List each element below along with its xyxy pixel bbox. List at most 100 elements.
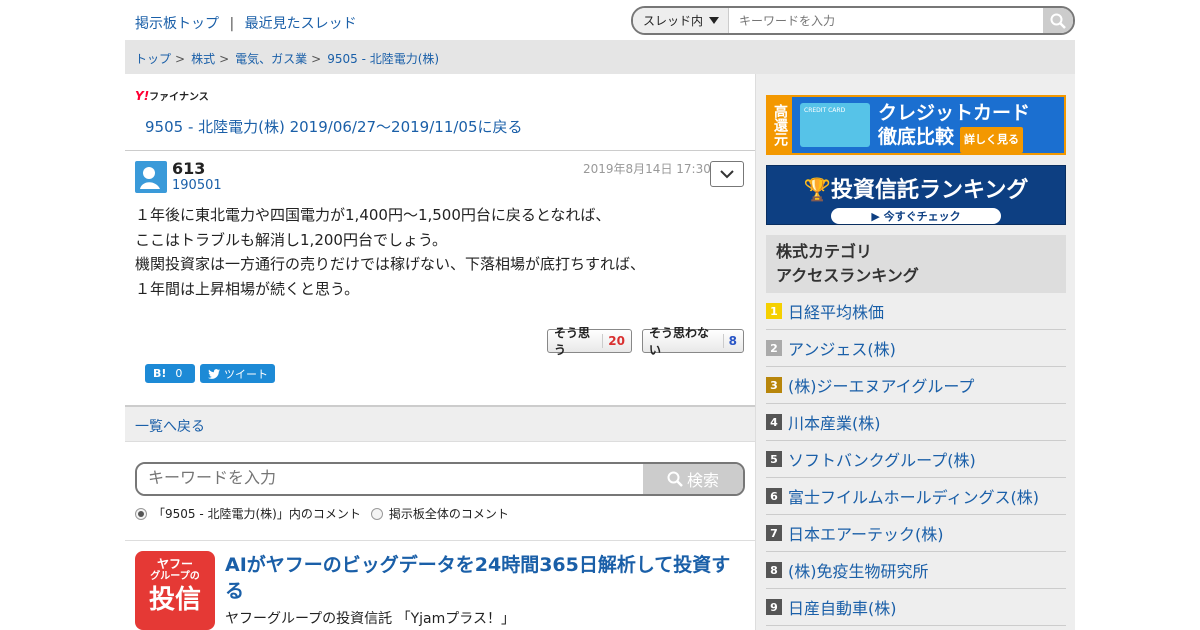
user-icon [140,167,160,189]
top-bar: 掲示板トップ | 最近見たスレッド スレッド内 [125,0,1075,40]
header-search-button[interactable] [1043,8,1073,33]
radio-thread-scope[interactable] [135,507,147,520]
rank-badge: 6 [766,488,782,504]
breadcrumb-arrow: > [175,52,186,66]
comment-line: １年間は上昇相場が続くと思う。 [135,279,360,298]
ranking-title-1: 株式カテゴリ [776,242,873,261]
banner2-title: 🏆投資信託ランキング [803,178,1029,203]
ranking-title-2: アクセスランキング [776,266,919,285]
agree-count: 20 [602,334,625,348]
yahoo-finance-logo[interactable]: Y!ファイナンス [135,88,209,103]
agree-button[interactable]: そう思う 20 [547,326,632,357]
ranking-header: 株式カテゴリ アクセスランキング [766,235,1066,293]
header-search: スレッド内 [631,6,1075,35]
ranking-link[interactable]: 日経平均株価 [788,299,884,323]
comment-user[interactable]: 190501 [172,178,222,193]
search-scope-select[interactable]: スレッド内 [633,8,729,33]
rank-badge: 9 [766,599,782,615]
ranking-item[interactable]: 5 ソフトバンクグループ(株) [766,441,1066,478]
search-scope-radios: 「9505 - 北陸電力(株)」内のコメント 掲示板全体のコメント [135,505,509,522]
ranking-link[interactable]: (株)免疫生物研究所 [788,558,929,582]
radio-all-scope[interactable] [370,507,383,520]
ranking-item[interactable]: 9 日産自動車(株) [766,589,1066,626]
ranking-link[interactable]: 日本エアーテック(株) [788,521,944,545]
breadcrumb-stock[interactable]: 9505 - 北陸電力(株) [327,52,439,66]
ranking-item[interactable]: 3 (株)ジーエヌアイグループ [766,367,1066,404]
banner2-cta: ▶ 今すぐチェック [831,208,1001,224]
fund-ranking-banner[interactable]: 🏆投資信託ランキング ▶ 今すぐチェック [766,165,1066,225]
header-search-input[interactable] [729,8,1043,33]
banner-text: クレジットカード 徹底比較 詳しく見る [878,97,1030,153]
ad-logo-line3: 投信 [148,585,201,615]
banner-line1: クレジットカード [878,102,1031,124]
ranking-link[interactable]: アンジェス(株) [788,336,896,360]
ad-logo-line2: グループの [150,571,200,582]
divider [125,540,755,541]
divider [125,150,755,151]
banner-line2: 徹底比較 [878,126,955,148]
rank-badge: 2 [766,340,782,356]
comment-search-input[interactable] [137,464,643,494]
disagree-label: そう思わない [649,326,710,357]
hatena-count: 0 [175,367,183,380]
rank-badge: 8 [766,562,782,578]
ranking-item[interactable]: 1 日経平均株価 [766,293,1066,330]
link-separator: | [229,16,235,32]
search-icon [667,471,683,487]
thread-back-link[interactable]: 9505 - 北陸電力(株) 2019/06/27〜2019/11/05に戻る [145,116,523,137]
rank-badge: 5 [766,451,782,467]
back-to-list-link[interactable]: 一覧へ戻る [135,419,205,435]
ad-logo-line1: ヤフー [156,557,193,571]
banner-tag: 高還元 [768,97,792,153]
breadcrumb-category[interactable]: 電気、ガス業 [235,52,307,66]
tweet-label: ツイート [224,367,268,381]
rank-badge: 4 [766,414,782,430]
avatar[interactable] [135,161,167,193]
ranking-link[interactable]: ソフトバンクグループ(株) [788,447,976,471]
twitter-bird-icon [208,368,220,379]
breadcrumb: トップ > 株式 > 電気、ガス業 >9505 - 北陸電力(株) [125,40,1075,74]
ranking-link[interactable]: (株)ジーエヌアイグループ [788,373,974,397]
credit-card-icon: CREDIT CARD [800,103,870,147]
radio-thread-label: 「9505 - 北陸電力(株)」内のコメント [153,507,361,521]
disagree-button[interactable]: そう思わない 8 [642,326,744,357]
search-scope-label: スレッド内 [643,14,704,28]
agree-label: そう思う [554,326,591,357]
comment-search-button[interactable]: 検索 [643,464,743,494]
ranking-list: 1 日経平均株価 2 アンジェス(株) 3 (株)ジーエヌアイグループ 4 川本産業(株… [766,293,1066,626]
search-button-label: 検索 [686,471,719,490]
breadcrumb-arrow: > [219,52,230,66]
ranking-link[interactable]: 川本産業(株) [788,410,881,434]
tweet-button[interactable]: ツイート [200,364,275,383]
ranking-item[interactable]: 7 日本エアーテック(株) [766,515,1066,552]
rank-badge: 3 [766,377,782,393]
comment-menu-button[interactable] [710,161,744,187]
banner-more: 詳しく見る [960,127,1024,153]
hatena-icon: B! [153,367,167,380]
ranking-item[interactable]: 8 (株)免疫生物研究所 [766,552,1066,589]
main-content: Y!ファイナンス 9505 - 北陸電力(株) 2019/06/27〜2019/… [125,74,755,630]
comment-number: 613 [172,159,206,178]
comment-line: ここはトラブルも解消し1,200円台でしょう。 [135,230,448,249]
breadcrumb-stocks[interactable]: 株式 [191,52,215,66]
breadcrumb-arrow: > [311,52,322,66]
fund-ad-logo[interactable]: ヤフー グループの 投信 [135,551,215,630]
trophy-icon: 🏆 [803,178,832,203]
ranking-link[interactable]: 日産自動車(株) [788,595,897,619]
ranking-item[interactable]: 6 富士フイルムホールディングス(株) [766,478,1066,515]
breadcrumb-top[interactable]: トップ [135,52,171,66]
recent-threads-link[interactable]: 最近見たスレッド [245,16,357,32]
hatena-bookmark-button[interactable]: B! 0 [145,364,195,383]
comment-line: １年後に東北電力や四国電力が1,400円～1,500円台に戻るとなれば、 [135,206,611,224]
ranking-link[interactable]: 富士フイルムホールディングス(株) [788,484,1039,508]
comment-search: 検索 [135,462,745,496]
ad-title-link[interactable]: AIがヤフーのビッグデータを24時間365日解析して投資する [225,552,745,604]
search-icon [1050,13,1066,29]
ranking-item[interactable]: 4 川本産業(株) [766,404,1066,441]
comment-date: 2019年8月14日 17:30 [583,162,711,176]
disagree-count: 8 [722,334,737,348]
ranking-item[interactable]: 2 アンジェス(株) [766,330,1066,367]
board-top-link[interactable]: 掲示板トップ [135,16,219,32]
credit-card-banner[interactable]: 高還元 CREDIT CARD クレジットカード 徹底比較 詳しく見る [766,95,1066,155]
sidebar: 高還元 CREDIT CARD クレジットカード 徹底比較 詳しく見る 🏆投資信託… [755,74,1075,630]
